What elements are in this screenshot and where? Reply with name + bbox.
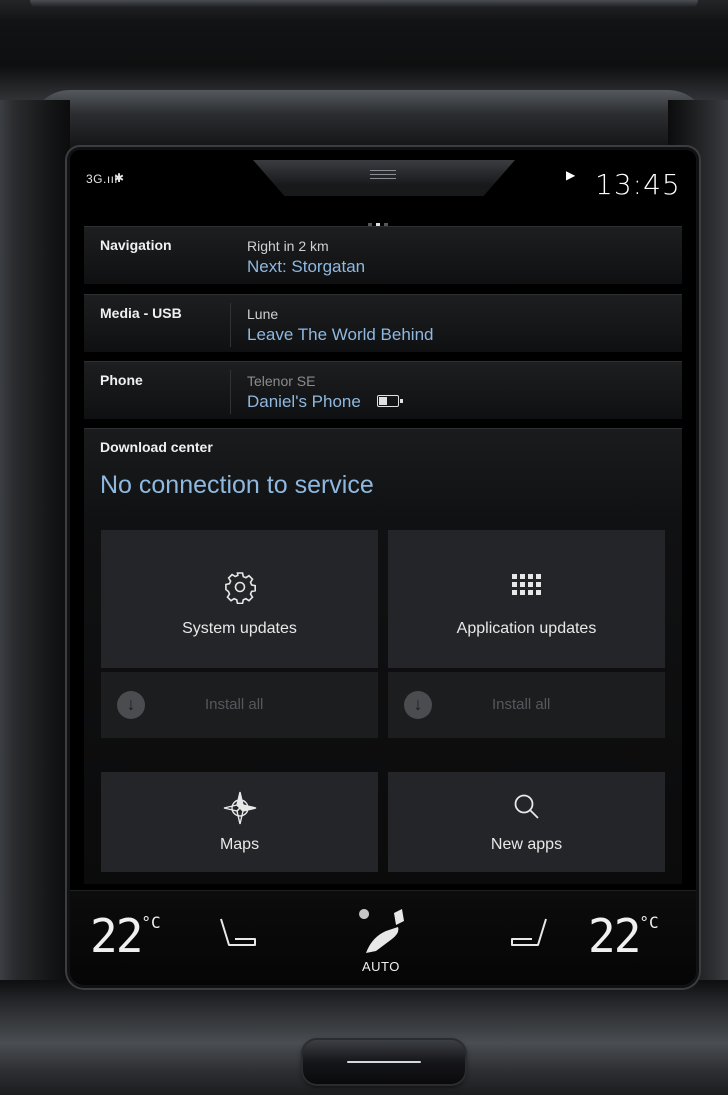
system-updates-button[interactable]: System updates [101,530,378,668]
screen-frame [30,90,708,150]
pulldown-handle-icon[interactable] [370,170,396,180]
install-all-system-button[interactable]: Install all [101,672,378,738]
home-button[interactable] [303,1040,465,1084]
right-temp-value: 22 [588,909,641,963]
infotainment-screen: 3G.ııl ✱ ▶ 13:45 Navigation Right in 2 k… [70,150,696,985]
signal-indicator: 3G.ııl [86,172,118,186]
bluetooth-icon: ✱ [114,171,125,185]
phone-tile[interactable]: Phone Telenor SE Daniel's Phone [84,361,682,419]
media-tile[interactable]: Media - USB Lune Leave The World Behind [84,294,682,352]
phone-carrier: Telenor SE [247,373,316,389]
download-icon [117,691,145,719]
divider [230,370,231,414]
dashboard-left-trim [0,100,70,1095]
connection-status: No connection to service [100,471,374,499]
media-label: Media - USB [100,305,182,321]
apps-grid-icon [388,572,665,607]
download-center-title: Download center [100,439,213,455]
left-temp-value: 22 [90,909,143,963]
battery-icon [376,394,403,407]
download-center-panel: Download center No connection to service… [84,428,682,884]
phone-label: Phone [100,372,143,388]
navigation-label: Navigation [100,237,172,253]
phone-device: Daniel's Phone [247,392,403,412]
navigation-next-street: Next: Storgatan [247,257,366,276]
system-updates-label: System updates [182,620,297,637]
auto-climate-label[interactable]: AUTO [362,959,400,974]
climate-bar: 22°C AUTO 22°C [70,890,696,985]
install-all-apps-button[interactable]: Install all [388,672,665,738]
gear-icon [101,570,378,609]
new-apps-button[interactable]: New apps [388,772,665,872]
media-artist: Lune [247,306,279,322]
fan-climate-icon[interactable] [354,903,410,964]
left-seat-heat-icon[interactable] [217,913,261,962]
play-icon: ▶ [566,168,576,182]
application-updates-label: Application updates [456,620,597,637]
phone-name: Daniel's Phone [247,392,361,411]
new-apps-label: New apps [490,836,563,853]
install-all-label: Install all [492,696,551,713]
compass-icon [101,788,378,833]
install-all-label: Install all [205,696,264,713]
right-seat-heat-icon[interactable] [506,913,550,962]
divider [230,303,231,347]
left-temp-unit: °C [141,913,161,932]
clock: 13:45 [595,168,681,201]
left-temperature[interactable]: 22°C [90,909,161,963]
status-bar: 3G.ııl ✱ ▶ 13:45 [70,150,696,210]
download-icon [404,691,432,719]
application-updates-button[interactable]: Application updates [388,530,665,668]
maps-label: Maps [219,836,260,853]
maps-button[interactable]: Maps [101,772,378,872]
navigation-instruction: Right in 2 km [247,238,329,254]
navigation-tile[interactable]: Navigation Right in 2 km Next: Storgatan [84,226,682,284]
search-icon [388,792,665,827]
media-track: Leave The World Behind [247,325,434,344]
right-temperature[interactable]: 22°C [588,909,659,963]
right-temp-unit: °C [639,913,659,932]
